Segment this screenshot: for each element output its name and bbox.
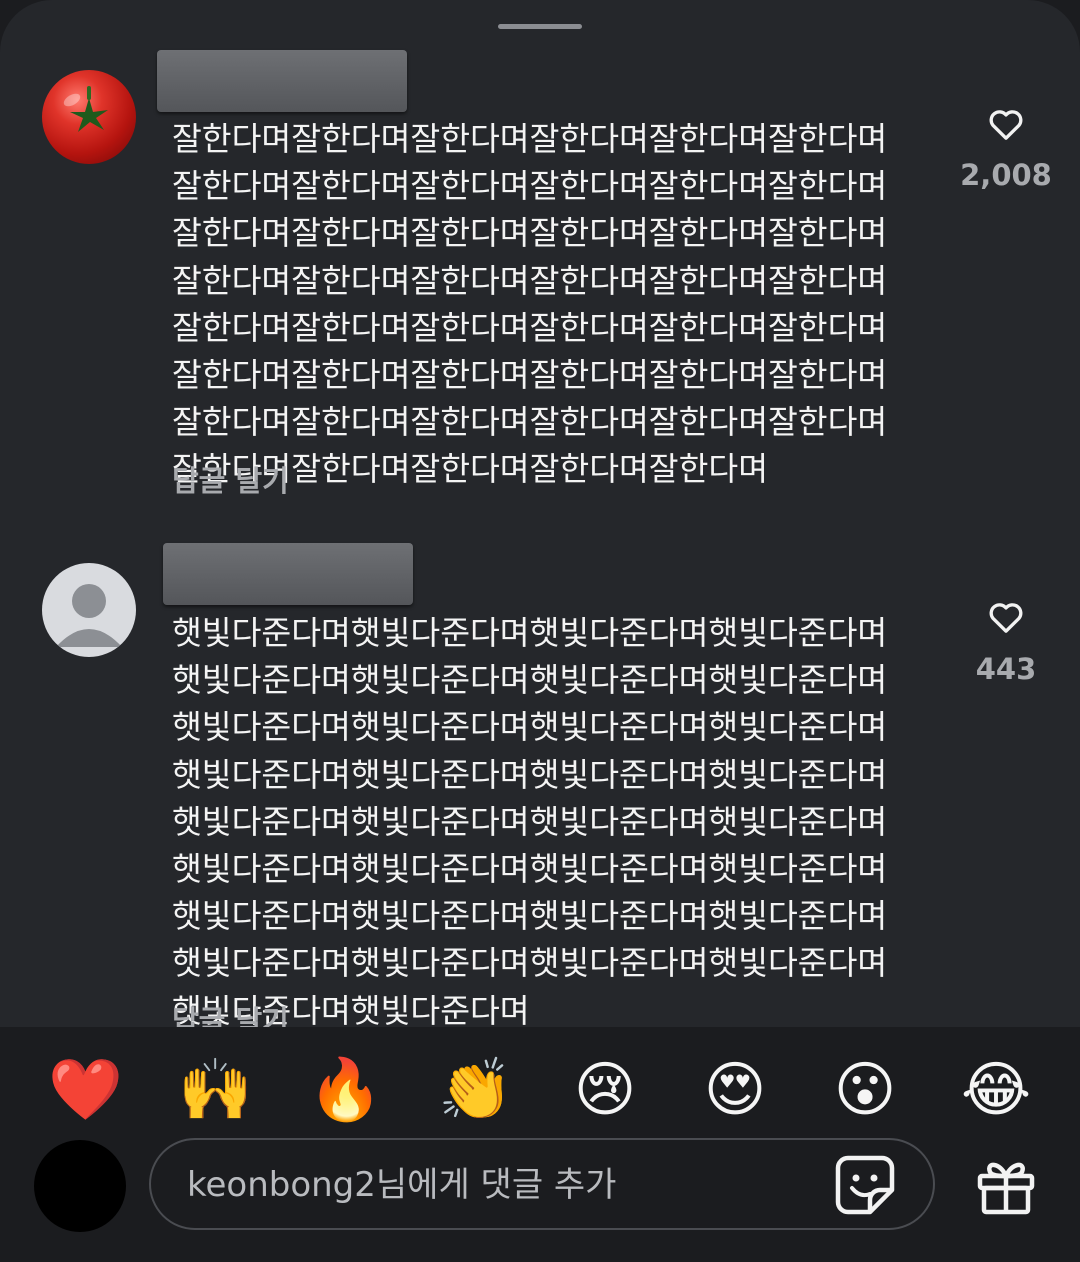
reaction-laughing[interactable]: 😂	[960, 1054, 1032, 1126]
default-user-icon	[56, 584, 122, 647]
tomato-icon	[63, 86, 108, 132]
username-redacted[interactable]	[163, 543, 413, 605]
like-count: 2,008	[960, 158, 1052, 192]
comment-list[interactable]: 잘한다며잘한다며잘한다며잘한다며잘한다며잘한다며잘한다며잘한다며잘한다며잘한다며…	[0, 40, 1080, 1027]
reaction-fire[interactable]: 🔥	[308, 1054, 383, 1126]
like-count: 443	[975, 652, 1037, 686]
heart-outline-icon[interactable]	[986, 104, 1026, 144]
reaction-raised-hands[interactable]: 🙌	[178, 1054, 253, 1126]
gift-icon[interactable]	[974, 1154, 1038, 1216]
reaction-clap[interactable]: 👏	[438, 1054, 513, 1126]
my-avatar[interactable]	[34, 1140, 126, 1232]
reply-button[interactable]: 답글 달기	[172, 998, 289, 1027]
sticker-icon[interactable]	[834, 1154, 896, 1216]
heart-outline-icon[interactable]	[986, 597, 1026, 637]
sheet-drag-handle[interactable]	[498, 24, 582, 29]
comment-input[interactable]	[185, 1140, 809, 1230]
comment-input-box[interactable]	[149, 1138, 935, 1230]
reaction-heart[interactable]: ❤️	[48, 1054, 123, 1126]
reaction-heart-eyes[interactable]: 😍	[699, 1054, 771, 1126]
reaction-surprised[interactable]: 😮	[829, 1054, 901, 1126]
reaction-crying[interactable]: 😢	[569, 1054, 641, 1126]
avatar[interactable]	[42, 563, 136, 657]
avatar[interactable]	[42, 70, 136, 164]
comment-text: 잘한다며잘한다며잘한다며잘한다며잘한다며잘한다며잘한다며잘한다며잘한다며잘한다며…	[172, 120, 888, 489]
comment-text: 햇빛다준다며햇빛다준다며햇빛다준다며햇빛다준다며햇빛다준다며햇빛다준다며햇빛다준…	[172, 614, 888, 1027]
username-redacted[interactable]	[157, 50, 407, 112]
reply-button[interactable]: 답글 달기	[172, 458, 289, 500]
comments-sheet: 잘한다며잘한다며잘한다며잘한다며잘한다며잘한다며잘한다며잘한다며잘한다며잘한다며…	[0, 0, 1080, 1262]
